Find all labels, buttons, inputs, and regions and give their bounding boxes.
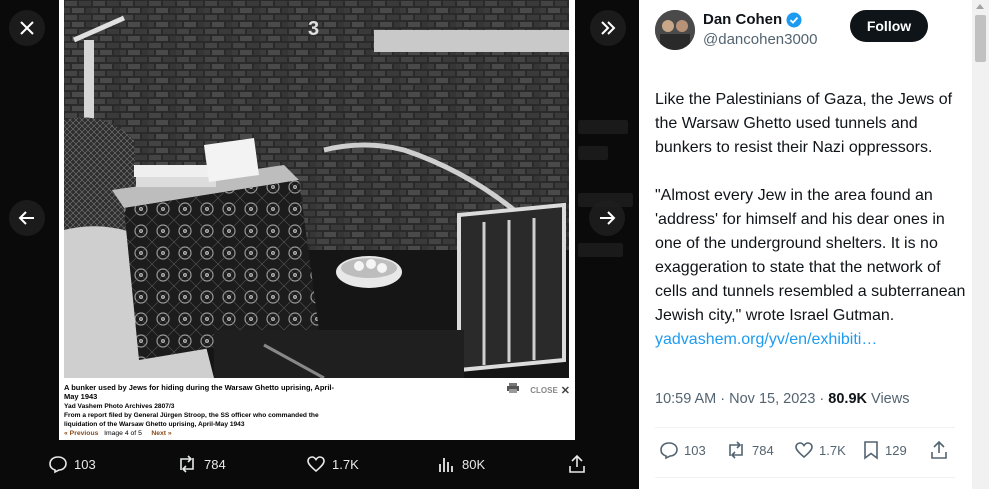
reply-icon: [660, 442, 678, 460]
follow-button[interactable]: Follow: [850, 10, 928, 42]
caption-close-link[interactable]: CLOSE ✕: [530, 384, 570, 397]
tweet-timestamp[interactable]: 10:59 AM · Nov 15, 2023 ·: [655, 391, 828, 407]
previous-image-button[interactable]: [9, 200, 45, 236]
background-ghost: [578, 146, 608, 160]
bookmark-count: 129: [885, 442, 907, 458]
views-count: 80K: [462, 456, 486, 472]
caption-archive: Yad Vashem Photo Archives 2807/3: [64, 403, 175, 410]
views-count: 80.9K: [828, 391, 867, 407]
next-image-button[interactable]: [589, 200, 625, 236]
scrollbar-thumb[interactable]: [975, 15, 986, 62]
share-icon: [569, 454, 585, 473]
repost-count: 784: [204, 456, 226, 472]
divider: [655, 477, 955, 478]
like-button[interactable]: 1.7K: [794, 440, 846, 460]
media-image: 3 A bunker used by Jews for hiding durin…: [59, 0, 575, 440]
bunker-photo: 3: [64, 0, 569, 378]
arrow-left-icon: [18, 211, 34, 225]
caption-source: liquidation of the Warsaw Ghetto uprisin…: [64, 421, 245, 428]
divider: [655, 427, 955, 428]
caption-pagination: « Previous Image 4 of 5 Next »: [64, 429, 172, 438]
reply-count: 103: [684, 442, 706, 458]
bookmark-button[interactable]: 129: [862, 440, 907, 460]
tweet-body: Like the Palestinians of Gaza, the Jews …: [655, 64, 970, 352]
display-name[interactable]: Dan Cohen: [703, 11, 802, 28]
viewer-action-bar: 103 784 1.7K 80K: [0, 444, 639, 484]
scrollbar[interactable]: [972, 0, 989, 489]
repost-icon: [729, 441, 743, 459]
print-icon[interactable]: [507, 383, 519, 393]
views-button[interactable]: 80K: [438, 454, 485, 474]
x-icon: ✕: [560, 385, 570, 397]
caption-next-link[interactable]: Next »: [151, 430, 171, 437]
caption-line: May 1943: [64, 392, 98, 401]
caption-counter: Image 4 of 5: [104, 430, 142, 437]
share-button[interactable]: [929, 440, 949, 460]
like-count: 1.7K: [819, 442, 846, 458]
reply-button[interactable]: 103: [659, 440, 706, 460]
repost-icon: [180, 455, 194, 473]
repost-button[interactable]: 784: [176, 454, 226, 474]
caption-source: From a report filed by General Jürgen St…: [64, 412, 319, 419]
tweet-text: Like the Palestinians of Gaza, the Jews …: [655, 91, 966, 324]
background-ghost: [578, 243, 623, 257]
media-viewer: 3 A bunker used by Jews for hiding durin…: [0, 0, 639, 489]
reply-count: 103: [74, 456, 96, 472]
close-button[interactable]: [9, 10, 45, 46]
double-chevron-right-icon: [601, 21, 616, 35]
repost-button[interactable]: 784: [725, 440, 774, 460]
avatar[interactable]: [655, 10, 695, 50]
scroll-up-arrow-icon[interactable]: [976, 4, 984, 9]
repost-count: 784: [752, 442, 774, 458]
arrow-right-icon: [600, 211, 616, 225]
share-button[interactable]: [567, 454, 587, 474]
views-label: Views: [867, 391, 910, 407]
reply-icon: [49, 456, 67, 474]
caption-previous-link[interactable]: « Previous: [64, 430, 98, 437]
tweet-panel: Dan Cohen @dancohen3000 Follow Like the …: [639, 0, 989, 489]
bookmark-icon: [864, 441, 878, 460]
caption-line: A bunker used by Jews for hiding during …: [64, 383, 335, 392]
tweet-meta: 10:59 AM · Nov 15, 2023 · 80.9K Views: [655, 391, 909, 407]
collapse-panel-button[interactable]: [590, 10, 626, 46]
tweet-action-bar: 103 784 1.7K 129: [655, 440, 955, 464]
display-name-text: Dan Cohen: [703, 11, 783, 28]
analytics-icon: [439, 458, 453, 472]
like-button[interactable]: 1.7K: [306, 454, 359, 474]
photo-number: 3: [308, 18, 320, 40]
tweet-link[interactable]: yadvashem.org/yv/en/exhibiti…: [655, 331, 877, 348]
share-icon: [931, 440, 947, 459]
close-icon: [20, 21, 34, 35]
heart-icon: [307, 456, 325, 473]
like-count: 1.7K: [332, 456, 359, 472]
heart-icon: [795, 442, 813, 459]
verified-badge-icon: [786, 12, 802, 27]
user-handle[interactable]: @dancohen3000: [703, 31, 818, 48]
reply-button[interactable]: 103: [48, 454, 96, 474]
background-ghost: [578, 120, 628, 134]
caption-close-label: CLOSE: [530, 386, 558, 395]
